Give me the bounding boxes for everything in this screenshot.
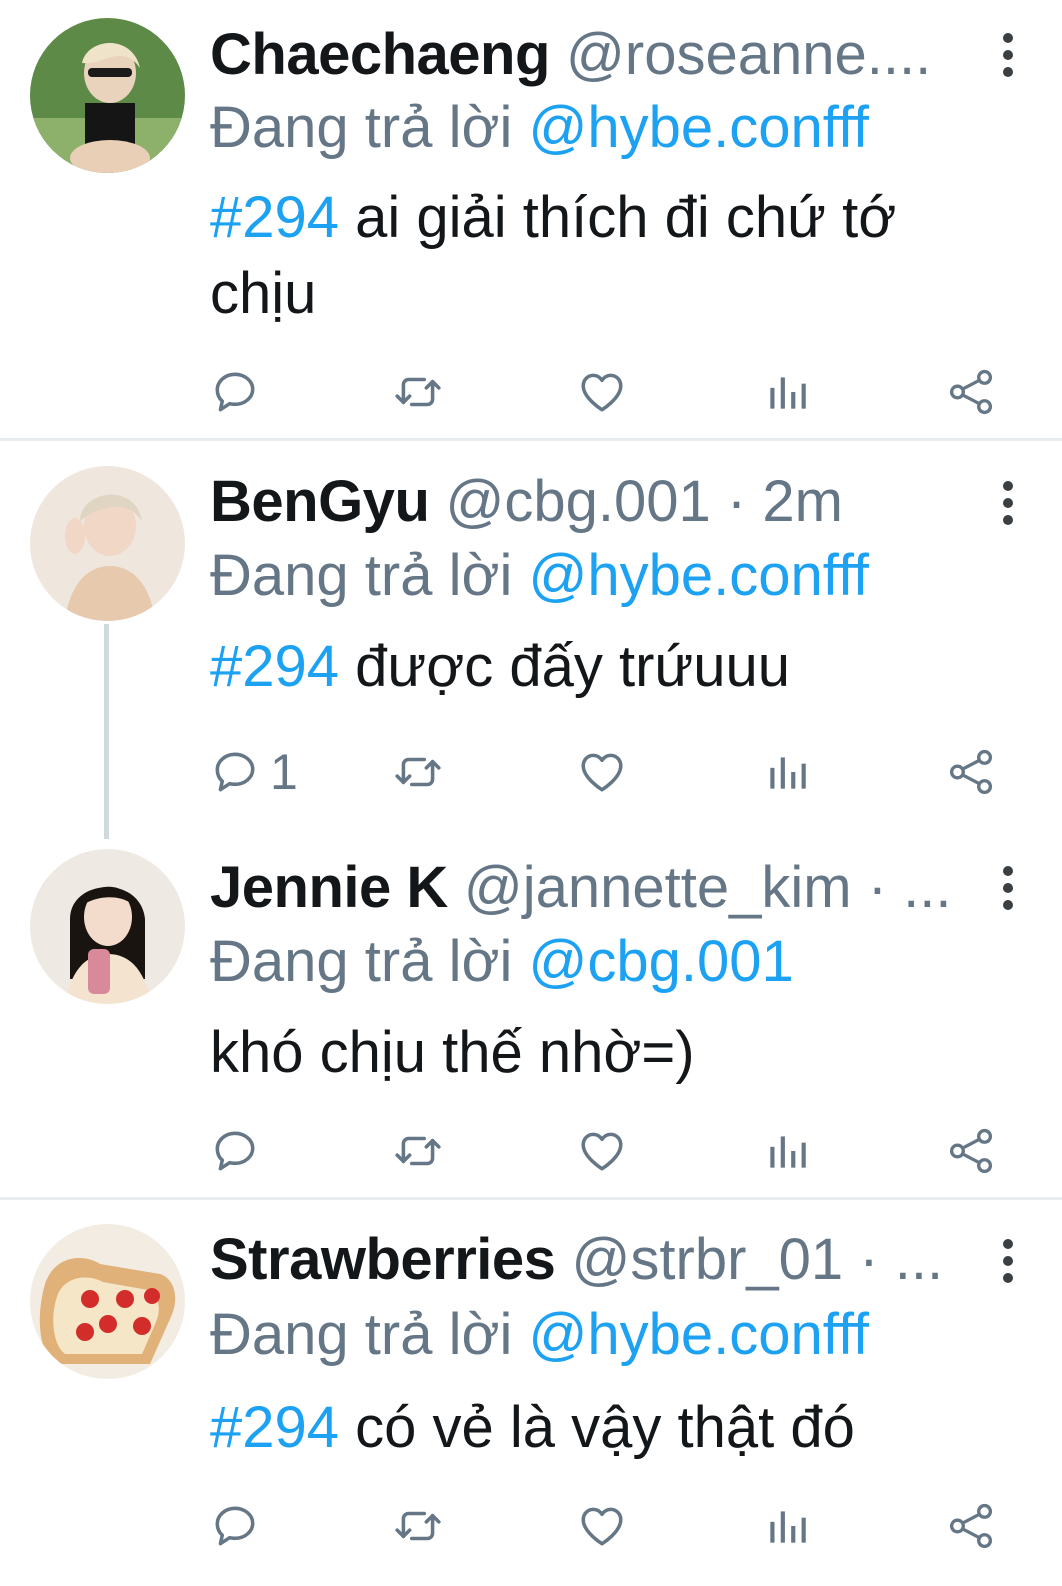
handle[interactable]: @roseanne.... [566, 22, 931, 87]
heart-icon [577, 367, 627, 417]
action-bar [205, 362, 1005, 422]
hashtag-link[interactable]: #294 [210, 1395, 339, 1460]
reply-mention-link[interactable]: @hybe.confff [529, 95, 870, 160]
reply-context: Đang trả lời @cbg.001 [210, 927, 1002, 997]
avatar[interactable] [30, 18, 185, 173]
analytics-button[interactable] [762, 742, 812, 802]
bar-chart-icon [762, 1501, 812, 1551]
bar-chart-icon [762, 747, 812, 797]
tweet-header: Chaechaeng @roseanne.... [210, 20, 952, 90]
tweet-text: #294 có vẻ là vậy thật đó [210, 1390, 982, 1466]
reply-prefix: Đang trả lời [210, 95, 513, 160]
reply-context: Đang trả lời @hybe.confff [210, 541, 1002, 611]
share-icon [946, 1501, 996, 1551]
retweet-button[interactable] [393, 742, 443, 802]
display-name[interactable]: Chaechaeng [210, 22, 550, 87]
retweet-icon [393, 747, 443, 797]
heart-icon [577, 1126, 627, 1176]
reply-bubble-icon [210, 1126, 260, 1176]
tweet-body: được đấy trứuuu [339, 634, 791, 699]
display-name[interactable]: BenGyu [210, 469, 430, 534]
reply-context: Đang trả lời @hybe.confff [210, 93, 1002, 163]
reply-count: 1 [270, 744, 298, 800]
retweet-icon [393, 1501, 443, 1551]
more-options-button[interactable] [988, 30, 1028, 80]
tweet-3[interactable]: Jennie K @jannette_kim · ... Đang trả lờ… [0, 841, 1062, 1199]
reply-mention-link[interactable]: @hybe.confff [529, 543, 870, 608]
bar-chart-icon [762, 1126, 812, 1176]
display-name[interactable]: Jennie K [210, 855, 448, 920]
retweet-button[interactable] [393, 362, 443, 422]
handle[interactable]: @cbg.001 · 2m [446, 469, 843, 534]
hashtag-link[interactable]: #294 [210, 185, 339, 250]
share-icon [946, 1126, 996, 1176]
reply-button[interactable]: 1 [210, 742, 298, 802]
more-options-button[interactable] [988, 478, 1028, 528]
reply-mention-link[interactable]: @hybe.confff [529, 1302, 870, 1367]
retweet-icon [393, 367, 443, 417]
retweet-icon [393, 1126, 443, 1176]
tweet-body: có vẻ là vậy thật đó [339, 1395, 855, 1460]
reply-button[interactable] [210, 1121, 270, 1181]
reply-bubble-icon [210, 367, 260, 417]
retweet-button[interactable] [393, 1496, 443, 1556]
share-icon [946, 367, 996, 417]
reply-mention-link[interactable]: @cbg.001 [529, 929, 794, 994]
tweet-2[interactable]: BenGyu @cbg.001 · 2m Đang trả lời @hybe.… [0, 441, 1062, 841]
like-button[interactable] [577, 1496, 627, 1556]
share-button[interactable] [946, 362, 996, 422]
handle[interactable]: @strbr_01 · ... [572, 1227, 944, 1292]
reply-button[interactable] [210, 362, 270, 422]
analytics-button[interactable] [762, 1496, 812, 1556]
reply-bubble-icon [210, 1501, 260, 1551]
reply-bubble-icon [210, 747, 260, 797]
handle[interactable]: @jannette_kim · ... [464, 855, 952, 920]
vertical-dots-icon [1003, 33, 1013, 43]
tweet-header: Jennie K @jannette_kim · ... [210, 853, 952, 923]
vertical-dots-icon [1003, 1239, 1013, 1249]
tweet-body: khó chịu thế nhờ=) [210, 1020, 695, 1085]
action-bar [205, 1121, 1005, 1181]
reply-button[interactable] [210, 1496, 270, 1556]
retweet-button[interactable] [393, 1121, 443, 1181]
more-options-button[interactable] [988, 1236, 1028, 1286]
tweet-text: khó chịu thế nhờ=) [210, 1015, 982, 1091]
tweet-text: #294 được đấy trứuuu [210, 629, 982, 705]
action-bar [205, 1496, 1005, 1556]
hashtag-link[interactable]: #294 [210, 634, 339, 699]
heart-icon [577, 1501, 627, 1551]
reply-prefix: Đang trả lời [210, 929, 513, 994]
tweet-1[interactable]: Chaechaeng @roseanne.... Đang trả lời @h… [0, 0, 1062, 440]
like-button[interactable] [577, 362, 627, 422]
avatar[interactable] [30, 466, 185, 621]
like-button[interactable] [577, 742, 627, 802]
more-options-button[interactable] [988, 863, 1028, 913]
like-button[interactable] [577, 1121, 627, 1181]
share-button[interactable] [946, 742, 996, 802]
analytics-button[interactable] [762, 362, 812, 422]
heart-icon [577, 747, 627, 797]
display-name[interactable]: Strawberries [210, 1227, 556, 1292]
avatar[interactable] [30, 1224, 185, 1379]
share-icon [946, 747, 996, 797]
tweet-header: BenGyu @cbg.001 · 2m [210, 467, 952, 537]
action-bar: 1 [205, 742, 1005, 802]
vertical-dots-icon [1003, 481, 1013, 491]
avatar[interactable] [30, 849, 185, 1004]
reply-context: Đang trả lời @hybe.confff [210, 1300, 1002, 1370]
tweet-text: #294 ai giải thích đi chứ tớ chịu [210, 180, 982, 332]
analytics-button[interactable] [762, 1121, 812, 1181]
tweet-4[interactable]: Strawberries @strbr_01 · ... Đang trả lờ… [0, 1200, 1062, 1586]
tweet-header: Strawberries @strbr_01 · ... [210, 1225, 952, 1295]
thread-connector [104, 624, 109, 839]
bar-chart-icon [762, 367, 812, 417]
share-button[interactable] [946, 1121, 996, 1181]
share-button[interactable] [946, 1496, 996, 1556]
reply-prefix: Đang trả lời [210, 543, 513, 608]
vertical-dots-icon [1003, 866, 1013, 876]
reply-prefix: Đang trả lời [210, 1302, 513, 1367]
